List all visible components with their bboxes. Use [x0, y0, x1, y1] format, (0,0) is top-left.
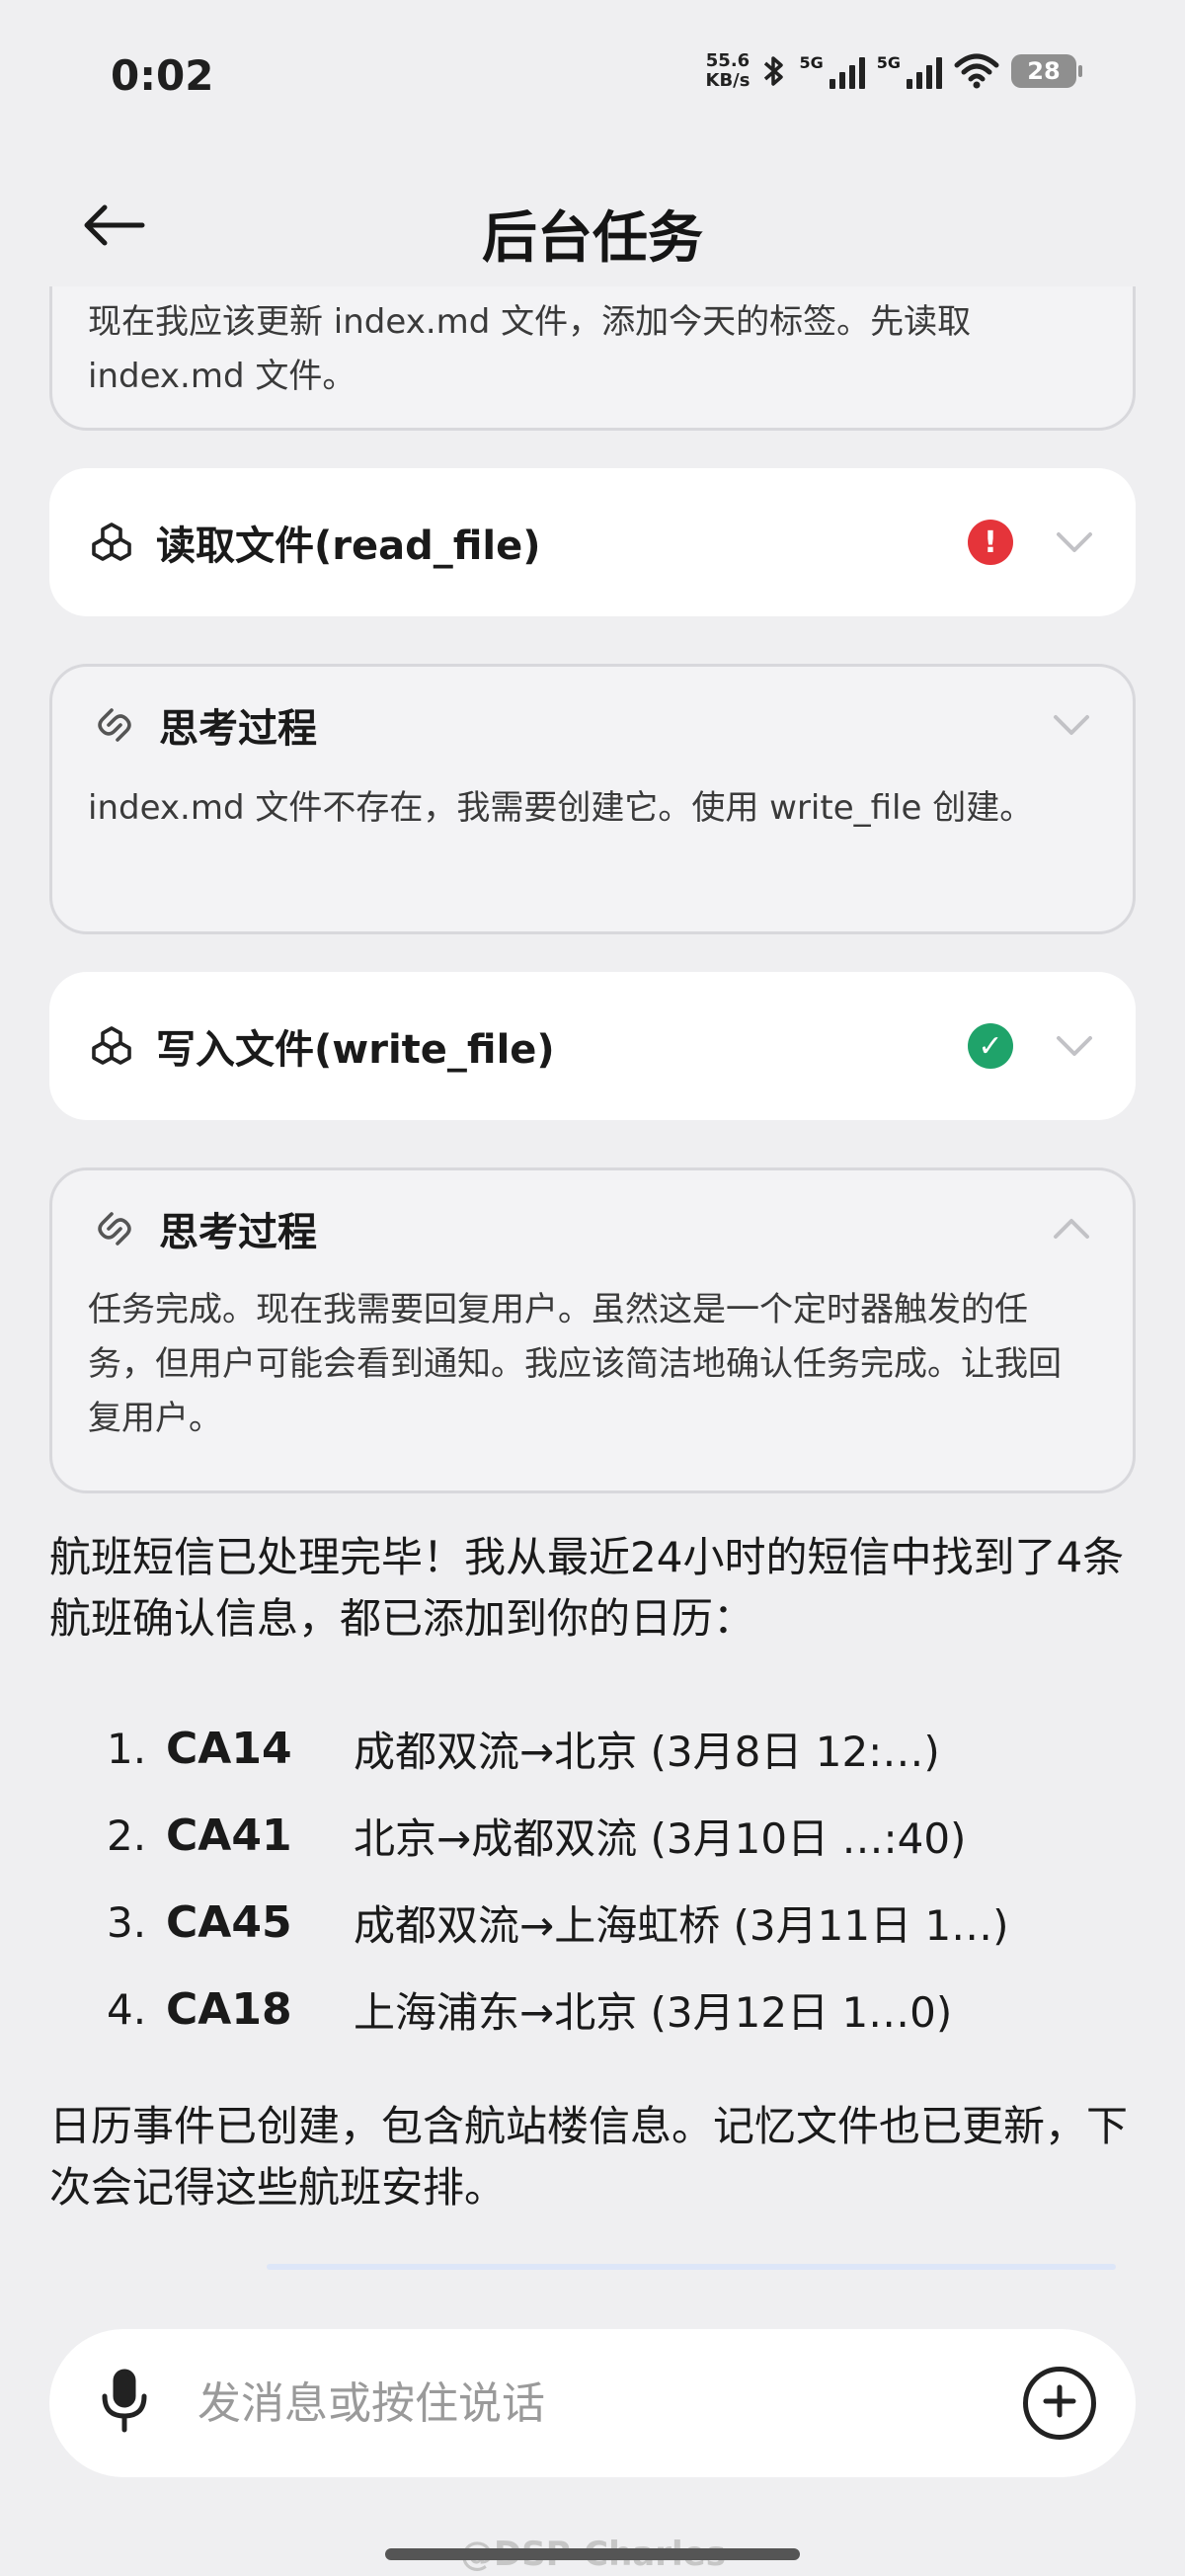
- chevron-down-icon[interactable]: [1050, 703, 1093, 747]
- thought-text: 现在我应该更新 index.md 文件，添加今天的标签。先读取 index.md…: [88, 302, 972, 396]
- tool-card-header[interactable]: 写入文件(write_file) ✓: [89, 1002, 1096, 1090]
- tool-label: 写入文件(write_file): [156, 1027, 555, 1073]
- thought-card[interactable]: 思考过程 index.md 文件不存在，我需要创建它。使用 write_file…: [49, 664, 1136, 934]
- plus-icon: [1042, 2383, 1077, 2423]
- tool-cubes-icon: [89, 520, 134, 565]
- message-input[interactable]: [198, 2369, 1007, 2438]
- flight-route: 成都双流→北京 (3月8日 12:…): [354, 1727, 940, 1776]
- signal-sim2-icon: 5G: [877, 53, 942, 89]
- flight-route: 上海浦东→北京 (3月12日 1…0): [354, 1987, 953, 2037]
- list-item: 3. CA45 成都双流→上海虹桥 (3月11日 1…): [107, 1879, 1153, 1966]
- status-bar: 0:02 55.6 KB/s 5G 5G 28: [0, 0, 1185, 158]
- sim2-label: 5G: [876, 53, 901, 72]
- thought-text: index.md 文件不存在，我需要创建它。使用 write_file 创建。: [88, 788, 1034, 828]
- header: 后台任务: [0, 178, 1185, 277]
- tool-card-header[interactable]: 读取文件(read_file) !: [89, 498, 1096, 587]
- sim1-label: 5G: [799, 53, 824, 72]
- flight-list: 1. CA14 成都双流→北京 (3月8日 12:…) 2. CA41 北京→成…: [107, 1705, 1153, 2053]
- flight-route: 成都双流→上海虹桥 (3月11日 1…): [354, 1900, 1009, 1950]
- flight-code: CA41: [166, 1810, 292, 1861]
- add-button[interactable]: [1023, 2367, 1096, 2440]
- tool-card-read-file[interactable]: 读取文件(read_file) !: [49, 468, 1136, 616]
- status-time: 0:02: [111, 51, 214, 100]
- flight-code: CA18: [166, 1983, 292, 2035]
- home-indicator[interactable]: [385, 2548, 800, 2560]
- flight-route: 北京→成都双流 (3月10日 …:40): [354, 1813, 967, 1863]
- scroll-fade: [267, 2264, 1116, 2270]
- link-loop-icon: [92, 1206, 137, 1251]
- thought-title: 思考过程: [159, 1210, 317, 1255]
- microphone-icon: [99, 2369, 150, 2438]
- chevron-up-icon[interactable]: [1050, 1207, 1093, 1250]
- list-item: 4. CA18 上海浦东→北京 (3月12日 1…0): [107, 1966, 1153, 2053]
- task-log[interactable]: 现在我应该更新 index.md 文件，添加今天的标签。先读取 index.md…: [0, 286, 1185, 2272]
- thought-card[interactable]: 思考过程 任务完成。现在我需要回复用户。虽然这是一个定时器触发的任务，但用户可能…: [49, 1167, 1136, 1493]
- reply-outro: 日历事件已创建，包含航站楼信息。记忆文件也已更新，下次会记得这些航班安排。: [49, 2102, 1129, 2212]
- list-item-number: 1.: [107, 1724, 147, 1773]
- list-item-number: 2.: [107, 1811, 147, 1860]
- wifi-icon: [954, 53, 999, 89]
- thought-card-header[interactable]: 思考过程: [92, 1184, 1093, 1273]
- success-status-icon: ✓: [968, 1023, 1013, 1069]
- net-speed-unit: KB/s: [705, 70, 750, 91]
- net-speed-value: 55.6: [705, 50, 750, 71]
- chevron-down-icon[interactable]: [1053, 521, 1096, 564]
- thought-title: 思考过程: [159, 706, 317, 752]
- list-item: 2. CA41 北京→成都双流 (3月10日 …:40): [107, 1792, 1153, 1879]
- list-item-number: 3.: [107, 1897, 147, 1947]
- flight-code: CA14: [166, 1723, 292, 1774]
- message-composer: [49, 2329, 1136, 2477]
- battery-icon: 28: [1011, 54, 1082, 88]
- signal-sim1-icon: 5G: [799, 53, 865, 89]
- thought-card-header[interactable]: 思考过程: [92, 681, 1093, 769]
- voice-button[interactable]: [95, 2369, 154, 2438]
- page-title: 后台任务: [482, 206, 703, 271]
- reply-intro: 航班短信已处理完毕！我从最近24小时的短信中找到了4条航班确认信息，都已添加到你…: [49, 1533, 1125, 1643]
- list-item: 1. CA14 成都双流→北京 (3月8日 12:…): [107, 1705, 1153, 1792]
- list-item-number: 4.: [107, 1984, 147, 2034]
- tool-card-write-file[interactable]: 写入文件(write_file) ✓: [49, 972, 1136, 1120]
- thought-text: 任务完成。现在我需要回复用户。虽然这是一个定时器触发的任务，但用户可能会看到通知…: [88, 1290, 1062, 1438]
- link-loop-icon: [92, 702, 137, 748]
- status-icons: 55.6 KB/s 5G 5G 28: [706, 51, 1082, 91]
- tool-label: 读取文件(read_file): [156, 523, 541, 569]
- chevron-down-icon[interactable]: [1053, 1024, 1096, 1068]
- thought-card-partial: 现在我应该更新 index.md 文件，添加今天的标签。先读取 index.md…: [49, 286, 1136, 431]
- bluetooth-icon: [761, 53, 787, 89]
- tool-cubes-icon: [89, 1023, 134, 1069]
- net-speed: 55.6 KB/s: [706, 51, 750, 91]
- error-status-icon: !: [968, 520, 1013, 565]
- flight-code: CA45: [166, 1896, 292, 1948]
